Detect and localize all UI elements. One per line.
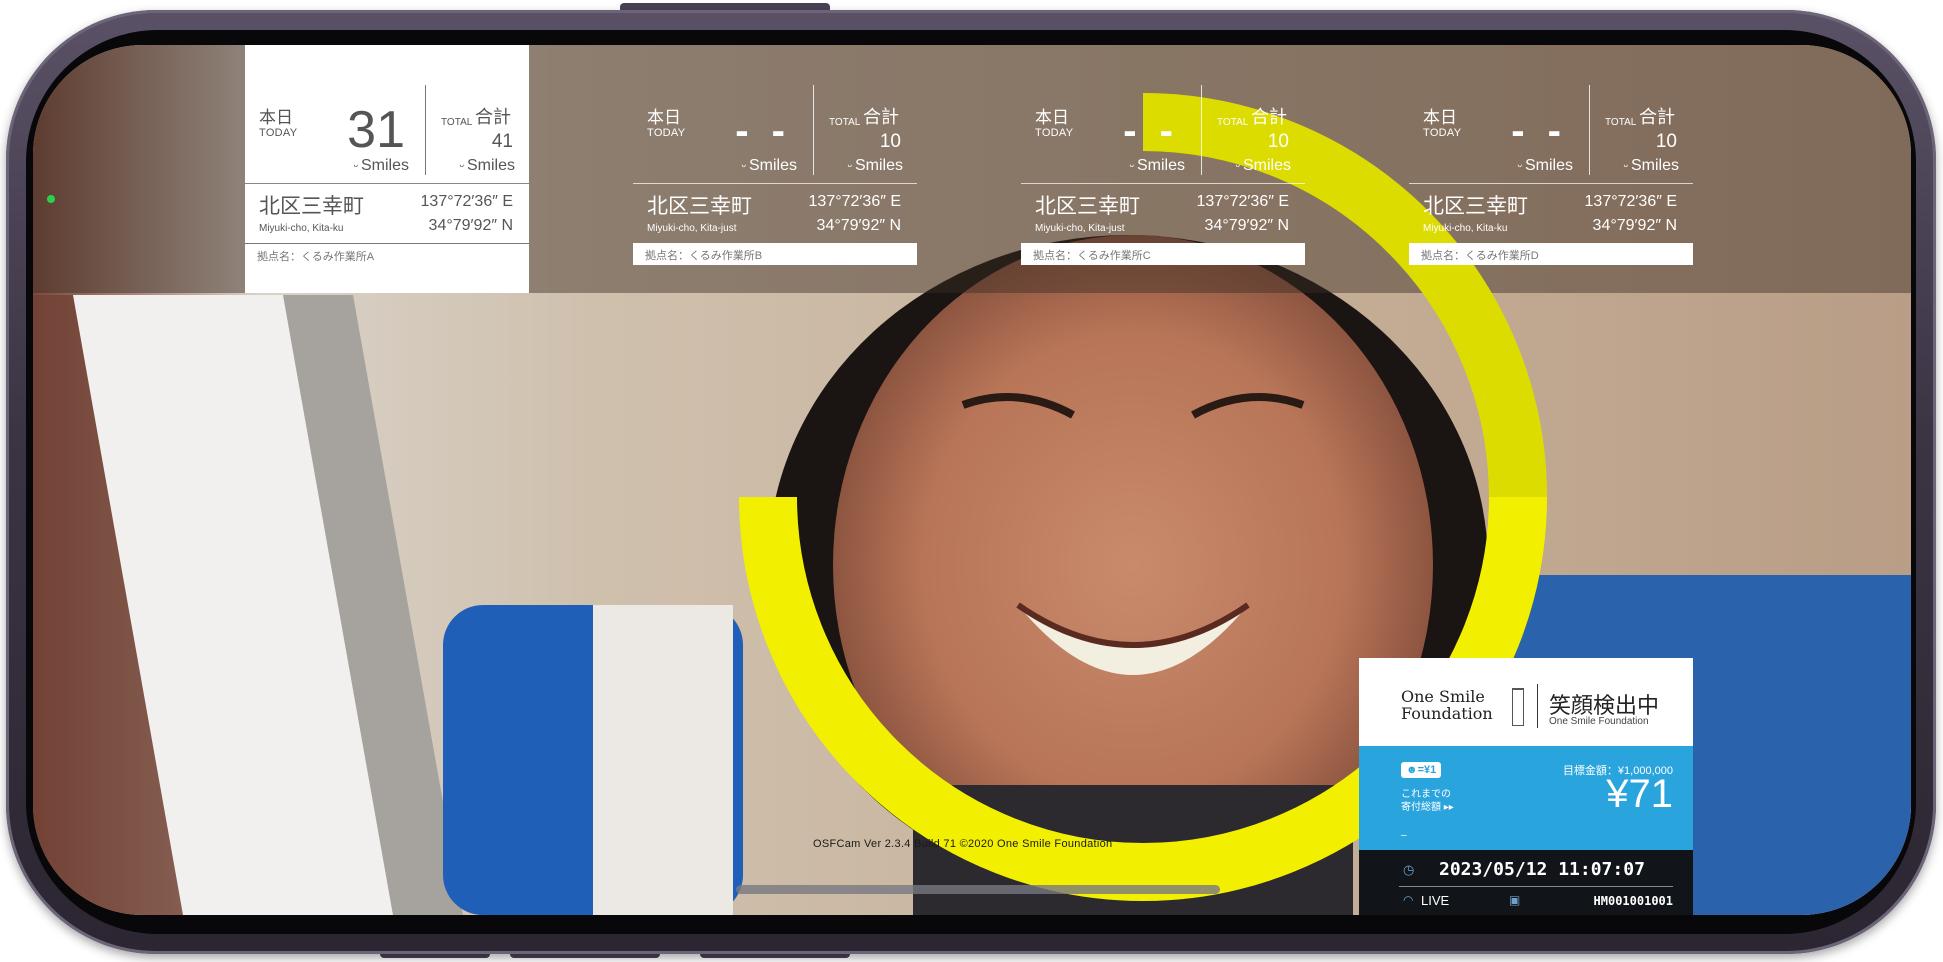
total-count: 41 <box>491 131 513 152</box>
total-label-en: TOTAL <box>441 117 473 128</box>
smile-icon: ᵕ <box>1517 159 1522 173</box>
place-name-en: Miyuki-cho, Kita-ku <box>259 223 344 234</box>
total-smiles-label: ᵕ Smiles <box>1623 157 1679 174</box>
longitude: 137°72′36″ E <box>808 193 901 210</box>
wifi-icon: ◠ <box>1403 893 1414 907</box>
panel-divider <box>425 85 426 175</box>
place-name: 北区三幸町 <box>259 195 364 218</box>
panel-divider <box>813 85 814 175</box>
today-smiles-label: ᵕ Smiles <box>1129 157 1185 174</box>
total-label-en: TOTAL <box>1217 117 1249 128</box>
longitude: 137°72′36″ E <box>1584 193 1677 210</box>
smile-icon: ᵕ <box>1129 159 1134 173</box>
panel-rule <box>1021 183 1305 184</box>
base-name: 拠点名：くるみ作業所D <box>1409 243 1693 265</box>
camera-icon: ▣ <box>1509 893 1521 907</box>
clock-icon: ◷ <box>1403 862 1415 877</box>
location-panel-b[interactable]: 本日 TODAY - - ᵕ Smiles TOTAL 合計 10 ᵕ Smiles… <box>633 45 917 293</box>
place-name: 北区三幸町 <box>1423 195 1528 218</box>
today-count: - - <box>735 109 791 153</box>
latitude: 34°79′92″ N <box>428 217 513 234</box>
today-label-en: TODAY <box>1035 127 1074 139</box>
today-label: 本日 <box>1423 108 1457 127</box>
today-label: 本日 <box>1035 108 1069 127</box>
location-panel-a[interactable]: 本日 TODAY 31 ᵕ Smiles TOTAL 合計 41 ᵕ Smiles … <box>245 45 529 293</box>
location-panel-c[interactable]: 本日 TODAY - - ᵕ Smiles TOTAL 合計 10 ᵕ Smiles… <box>1021 45 1305 293</box>
today-count: 31 <box>347 101 405 159</box>
latitude: 34°79′92″ N <box>1204 217 1289 234</box>
donation-dash: – <box>1401 830 1407 841</box>
place-name-en: Miyuki-cho, Kita-just <box>647 223 737 234</box>
panel-rule <box>633 183 917 184</box>
smile-icon: ᵕ <box>741 159 746 173</box>
today-smiles-label: ᵕ Smiles <box>353 157 409 174</box>
total-label: 合計 <box>1251 107 1287 127</box>
longitude: 137°72′36″ E <box>420 193 513 210</box>
datetime: 2023/05/12 11:07:07 <box>1439 859 1645 880</box>
place-name: 北区三幸町 <box>647 195 752 218</box>
smile-icon: ᵕ <box>1623 159 1628 173</box>
total-count: 10 <box>1655 131 1677 152</box>
foundation-header: One Smile Foundation 笑顔検出中 One Smile Fou… <box>1359 658 1693 746</box>
panel-divider <box>1201 85 1202 175</box>
smile-icon: ᵕ <box>847 159 852 173</box>
total-count: 10 <box>1267 131 1289 152</box>
smile-icon: ᵕ <box>1235 159 1240 173</box>
place-name: 北区三幸町 <box>1035 195 1140 218</box>
place-name-en: Miyuki-cho, Kita-ku <box>1423 223 1508 234</box>
total-smiles-label: ᵕ Smiles <box>847 157 903 174</box>
total-smiles-label: ᵕ Smiles <box>1235 157 1291 174</box>
donation-total-label: これまでの 寄付総額 ▸▸ <box>1401 789 1454 813</box>
camera-indicator-dot <box>47 195 55 203</box>
panel-divider <box>1589 85 1590 175</box>
today-label: 本日 <box>259 108 293 127</box>
today-label-en: TODAY <box>1423 127 1462 139</box>
base-name: 拠点名：くるみ作業所B <box>633 243 917 265</box>
today-label-en: TODAY <box>647 127 686 139</box>
foundation-subtitle: One Smile Foundation <box>1549 716 1649 727</box>
panel-rule <box>245 183 529 184</box>
today-label-en: TODAY <box>259 127 298 139</box>
today-smiles-label: ᵕ Smiles <box>741 157 797 174</box>
today-count: - - <box>1511 109 1567 153</box>
status-bar: ◷ 2023/05/12 11:07:07 ◠ LIVE ▣ HM0010010… <box>1359 850 1693 915</box>
latitude: 34°79′92″ N <box>816 217 901 234</box>
latitude: 34°79′92″ N <box>1592 217 1677 234</box>
total-smiles-label: ᵕ Smiles <box>459 157 515 174</box>
live-status: LIVE <box>1421 893 1450 908</box>
version-text: OSFCam Ver 2.3.4 Build 71 ©2020 One Smil… <box>813 838 1113 850</box>
header-divider <box>1537 684 1538 728</box>
status-divider <box>1399 886 1673 887</box>
logo-mark-icon <box>1512 688 1524 726</box>
smile-icon: ᵕ <box>353 159 358 173</box>
rate-badge: ☻=¥1 <box>1401 762 1442 778</box>
camera-screen: 本日 TODAY 31 ᵕ Smiles TOTAL 合計 41 ᵕ Smiles … <box>33 45 1911 915</box>
total-label: 合計 <box>1639 107 1675 127</box>
total-label-en: TOTAL <box>829 117 861 128</box>
base-name: 拠点名：くるみ作業所C <box>1021 243 1305 265</box>
panel-rule <box>1409 183 1693 184</box>
longitude: 137°72′36″ E <box>1196 193 1289 210</box>
base-name: 拠点名：くるみ作業所A <box>245 243 529 265</box>
today-smiles-label: ᵕ Smiles <box>1517 157 1573 174</box>
device-id: HM001001001 <box>1593 894 1673 908</box>
total-label: 合計 <box>863 107 899 127</box>
donation-amount: ¥71 <box>1606 772 1673 816</box>
foundation-logo: One Smile Foundation <box>1401 687 1493 723</box>
total-count: 10 <box>879 131 901 152</box>
total-label: 合計 <box>475 107 511 127</box>
donation-panel: ☻=¥1 目標金額：¥1,000,000 これまでの 寄付総額 ▸▸ ¥71 – <box>1359 746 1693 850</box>
smile-icon: ᵕ <box>459 159 464 173</box>
total-label-en: TOTAL <box>1605 117 1637 128</box>
place-name-en: Miyuki-cho, Kita-just <box>1035 223 1125 234</box>
today-count: - - <box>1123 109 1179 153</box>
home-indicator[interactable] <box>736 885 1220 894</box>
today-label: 本日 <box>647 108 681 127</box>
location-panel-d[interactable]: 本日 TODAY - - ᵕ Smiles TOTAL 合計 10 ᵕ Smiles… <box>1409 45 1693 293</box>
